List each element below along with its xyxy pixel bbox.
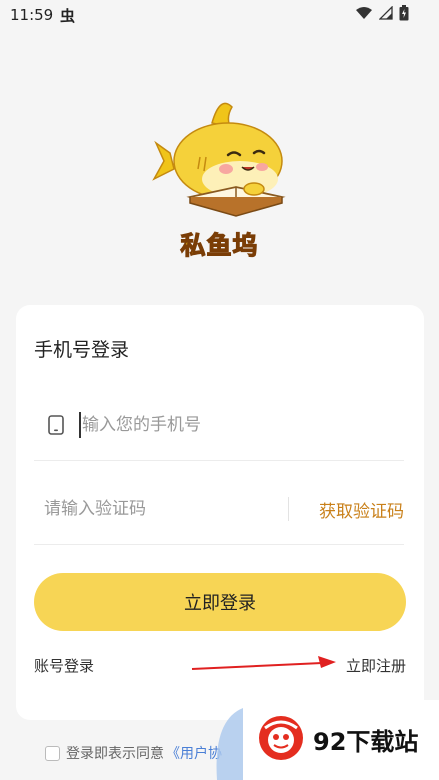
agree-checkbox[interactable] bbox=[45, 745, 60, 761]
code-field: 获取验证码 bbox=[34, 473, 404, 545]
phone-icon bbox=[48, 415, 64, 435]
signal-icon bbox=[379, 6, 393, 20]
login-screen: 11:59 虫 私鱼坞 手机号登录 输入您的手机号 请输入验证码 获取验证码 立… bbox=[0, 0, 439, 780]
agreement-row: 登录即表示同意 《用户协 bbox=[45, 743, 222, 763]
watermark: 92下载站 bbox=[243, 700, 439, 780]
watermark-blue-shape bbox=[216, 708, 247, 780]
shark-logo bbox=[152, 102, 286, 217]
watermark-logo-icon bbox=[259, 716, 303, 760]
get-code-button[interactable]: 获取验证码 bbox=[319, 497, 404, 522]
battery-icon bbox=[399, 5, 409, 21]
phone-input[interactable] bbox=[82, 407, 382, 443]
red-arrow-annotation bbox=[191, 656, 336, 670]
field-divider bbox=[288, 497, 289, 521]
login-button[interactable]: 立即登录 bbox=[34, 573, 406, 631]
agreement-text: 登录即表示同意 bbox=[66, 746, 164, 762]
verification-code-input[interactable] bbox=[44, 491, 264, 527]
account-login-link[interactable]: 账号登录 bbox=[34, 655, 94, 676]
status-icons bbox=[355, 5, 409, 21]
notification-icon: 虫 bbox=[60, 7, 76, 25]
watermark-text: 92下载站 bbox=[313, 728, 419, 756]
wifi-icon bbox=[356, 7, 372, 19]
phone-field bbox=[34, 389, 404, 461]
login-card: 手机号登录 获取验证码 立即登录 账号登录 立即注册 bbox=[16, 305, 424, 720]
app-name: 私鱼坞 bbox=[180, 230, 259, 260]
status-bar: 11:59 虫 bbox=[0, 0, 439, 32]
card-title: 手机号登录 bbox=[34, 339, 130, 361]
text-cursor bbox=[79, 412, 81, 438]
register-link[interactable]: 立即注册 bbox=[346, 655, 406, 676]
status-time: 11:59 bbox=[10, 6, 54, 24]
